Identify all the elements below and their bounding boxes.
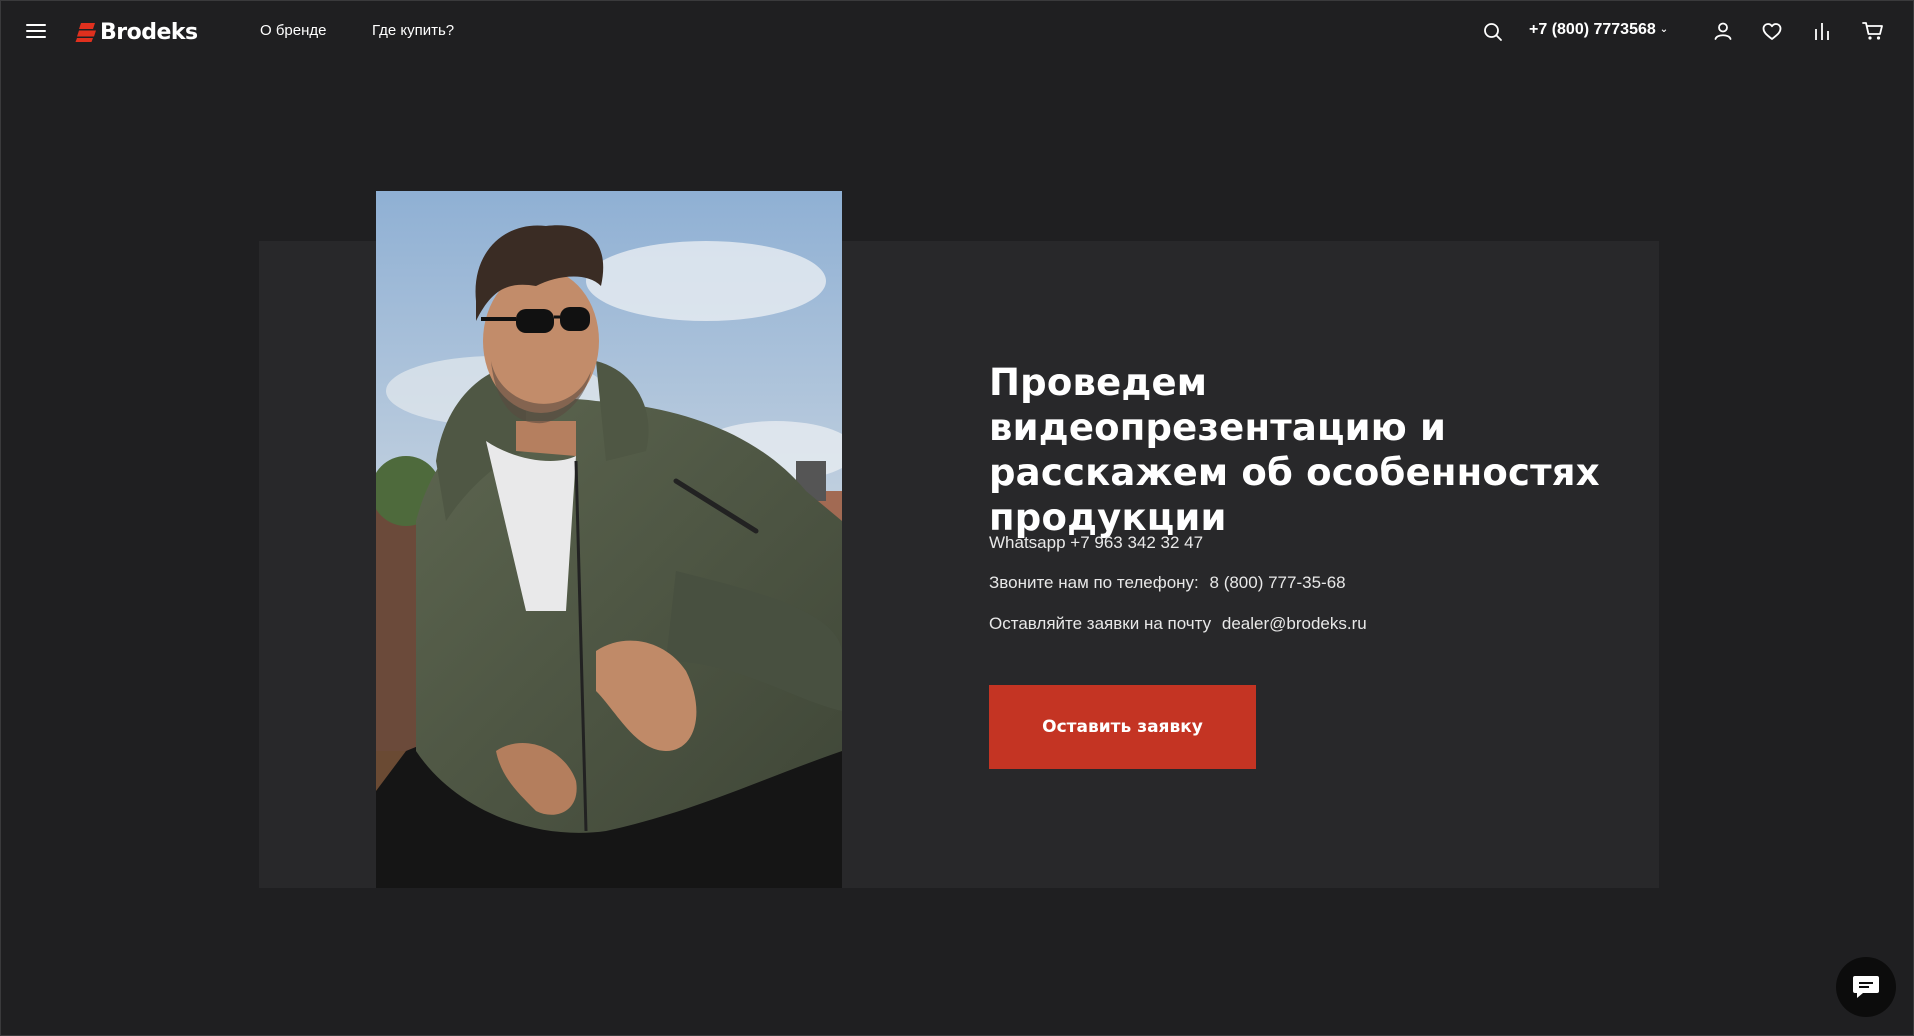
- promo-headline: Проведем видеопрезентацию и расскажем об…: [989, 361, 1600, 539]
- man-in-jacket-image: [376, 191, 842, 888]
- search-icon[interactable]: [1483, 22, 1503, 42]
- promo-photo: [376, 191, 842, 888]
- email-label: Оставляйте заявки на почту: [989, 614, 1212, 633]
- logo-mark-icon: [75, 23, 96, 42]
- phone-value[interactable]: 8 (800) 777-35-68: [1210, 573, 1346, 592]
- chat-icon: [1853, 976, 1879, 998]
- phone-line: Звоните нам по телефону: 8 (800) 777-35-…: [989, 573, 1346, 593]
- phone-label: Звоните нам по телефону:: [989, 573, 1199, 592]
- user-icon[interactable]: [1713, 21, 1733, 41]
- chevron-down-icon: ⌄: [1659, 24, 1669, 35]
- heart-icon[interactable]: [1762, 22, 1782, 42]
- email-value[interactable]: dealer@brodeks.ru: [1222, 614, 1367, 633]
- whatsapp-line: Whatsapp +7 963 342 32 47: [989, 533, 1204, 552]
- header-phone-number: +7 (800) 7773568: [1529, 21, 1656, 38]
- cart-icon[interactable]: [1862, 21, 1884, 41]
- header-phone[interactable]: +7 (800) 7773568 ⌄: [1529, 21, 1668, 39]
- compare-icon[interactable]: [1812, 21, 1832, 41]
- nav-about-brand[interactable]: О бренде: [260, 22, 327, 39]
- chat-button[interactable]: [1836, 957, 1896, 1017]
- submit-request-button[interactable]: Оставить заявку: [989, 685, 1256, 769]
- nav-where-to-buy[interactable]: Где купить?: [372, 22, 454, 39]
- promo-content: Проведем видеопрезентацию и расскажем об…: [989, 360, 1629, 540]
- logo-text: Brodeks: [100, 19, 198, 45]
- site-header: Brodeks О бренде Где купить? +7 (800) 77…: [0, 0, 1914, 64]
- brand-logo[interactable]: Brodeks: [75, 18, 198, 46]
- menu-icon[interactable]: [26, 22, 46, 40]
- email-line: Оставляйте заявки на почту dealer@brodek…: [989, 614, 1367, 634]
